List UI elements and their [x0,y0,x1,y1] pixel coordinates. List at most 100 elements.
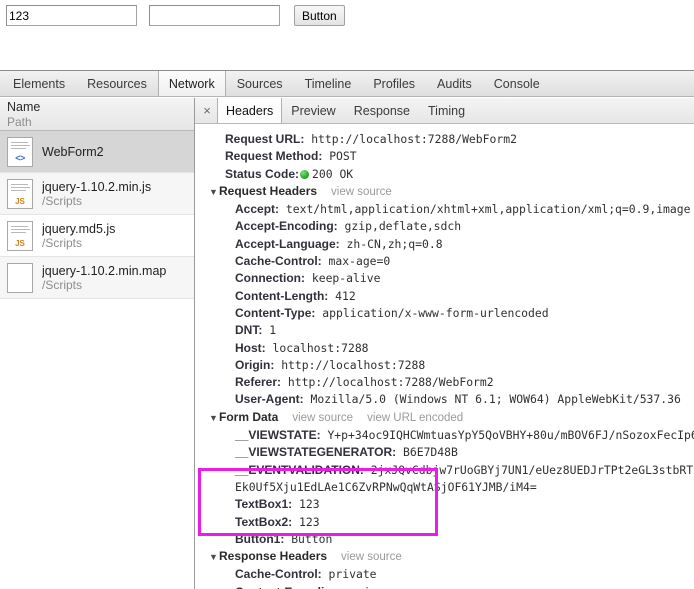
form-data-key: __VIEWSTATE: [235,428,321,443]
header-row: Content-Type: application/x-www-form-url… [195,305,694,322]
chevron-down-icon: ▼ [209,552,218,563]
submit-button[interactable]: Button [294,5,345,26]
request-method-value: POST [329,149,357,164]
header-row: Accept-Encoding: gzip,deflate,sdch [195,218,694,235]
status-code-line: Status Code: 200 OK [195,166,694,183]
tab-response[interactable]: Response [345,98,419,123]
form-data-key: __VIEWSTATEGENERATOR: [235,445,397,460]
request-url-label: Request URL: [225,132,305,146]
tab-network[interactable]: Network [157,71,226,96]
form-data-row: __EVENTVALIDATION: 2jxJQvCdbjw7rUoGBYj7U… [195,462,694,479]
form-data-key: Button1: [235,531,285,546]
header-value: http://localhost:7288 [281,357,426,372]
js-document-icon: JS [7,220,33,251]
header-value: gzip [350,585,377,589]
view-url-encoded-link[interactable]: view URL encoded [367,412,463,424]
request-method-line: Request Method: POST [195,148,694,165]
chevron-down-icon: ▼ [209,186,218,197]
form-data-key: TextBox2: [235,514,293,529]
header-key: Accept-Encoding: [235,219,338,234]
status-code-value: 200 OK [312,166,354,181]
header-key: DNT: [235,323,263,338]
header-key: Accept: [235,202,280,217]
tab-preview[interactable]: Preview [282,98,344,123]
header-key: Content-Encoding: [235,585,343,589]
web-page-content: Button [0,0,694,70]
devtools-body: Name Path <> WebForm2 JS jquery-1.10.2.m… [0,98,694,589]
tab-profiles[interactable]: Profiles [362,71,426,96]
form-data-row-button1: Button1: Button [195,531,694,548]
headers-content: Request URL: http://localhost:7288/WebFo… [195,125,694,589]
devtools-window: Button Elements Resources Network Source… [0,0,694,589]
html-document-icon: <> [7,136,33,167]
blank-document-icon [7,262,33,293]
request-list-header[interactable]: Name Path [0,98,194,131]
request-headers-title: Request Headers [219,183,318,198]
header-row: Referer: http://localhost:7288/WebForm2 [195,374,694,391]
header-key: Origin: [235,357,275,372]
header-value: gzip,deflate,sdch [344,219,462,234]
tab-resources[interactable]: Resources [76,71,158,96]
web-form: Button [6,5,345,26]
form-data-value: Y+p+34oc9IQHCWmtuasYpY5QoVBHY+80u/mBOV6F… [327,428,694,443]
header-value: max-age=0 [328,254,391,269]
header-key: Content-Length: [235,288,329,303]
tab-console[interactable]: Console [483,71,551,96]
tab-sources[interactable]: Sources [226,71,294,96]
request-path: /Scripts [42,277,83,292]
request-name: jquery-1.10.2.min.map [42,263,167,278]
form-data-row-textbox1: TextBox1: 123 [195,496,694,513]
form-data-title: Form Data [219,409,279,424]
textbox2-input[interactable] [149,5,280,26]
js-document-icon: JS [7,178,33,209]
column-header-name: Name [7,100,41,114]
request-name: WebForm2 [42,144,104,159]
tab-elements[interactable]: Elements [2,71,76,96]
request-detail-pane: × Headers Preview Response Timing Reques… [195,98,694,589]
request-row-webform2[interactable]: <> WebForm2 [0,131,194,173]
header-value: private [328,567,377,582]
form-data-value: Button [291,531,333,546]
view-source-link[interactable]: view source [292,412,353,424]
form-data-value: B6E7D48B [403,445,458,460]
form-data-section[interactable]: ▼Form Data view source view URL encoded [195,409,694,427]
header-row: Accept: text/html,application/xhtml+xml,… [195,201,694,218]
view-source-link[interactable]: view source [331,186,392,198]
header-value: application/x-www-form-urlencoded [322,305,549,320]
form-data-value: 123 [298,514,320,529]
request-name: jquery.md5.js [42,221,116,236]
request-url-line: Request URL: http://localhost:7288/WebFo… [195,131,694,148]
form-data-row: __VIEWSTATE: Y+p+34oc9IQHCWmtuasYpY5QoVB… [195,427,694,444]
chevron-down-icon: ▼ [209,412,218,423]
header-key: Accept-Language: [235,236,340,251]
header-key: User-Agent: [235,392,304,407]
textbox1-input[interactable] [6,5,137,26]
status-ok-icon [300,169,310,179]
header-value: keep-alive [311,271,381,286]
request-row-jquery-md5-js[interactable]: JS jquery.md5.js /Scripts [0,215,194,257]
devtools-panel: Elements Resources Network Sources Timel… [0,70,694,589]
request-headers-section[interactable]: ▼Request Headers view source [195,183,694,201]
tab-headers[interactable]: Headers [217,98,283,123]
network-request-list: Name Path <> WebForm2 JS jquery-1.10.2.m… [0,98,195,589]
header-key: Connection: [235,271,305,286]
form-data-row: __VIEWSTATEGENERATOR: B6E7D48B [195,444,694,461]
header-row: DNT: 1 [195,322,694,339]
detail-tab-bar: × Headers Preview Response Timing [195,98,694,124]
close-icon[interactable]: × [197,98,217,123]
request-method-label: Request Method: [225,149,323,164]
tab-audits[interactable]: Audits [426,71,483,96]
response-headers-section[interactable]: ▼Response Headers view source [195,548,694,566]
response-headers-title: Response Headers [219,549,328,564]
request-row-jquery-min-js[interactable]: JS jquery-1.10.2.min.js /Scripts [0,173,194,215]
request-name: jquery-1.10.2.min.js [42,179,152,194]
tab-timeline[interactable]: Timeline [294,71,363,96]
devtools-tab-bar: Elements Resources Network Sources Timel… [0,71,694,97]
header-row: Origin: http://localhost:7288 [195,357,694,374]
request-row-jquery-min-map[interactable]: jquery-1.10.2.min.map /Scripts [0,257,194,299]
status-code-label: Status Code: [225,166,300,181]
tab-timing[interactable]: Timing [419,98,474,123]
header-row: Host: localhost:7288 [195,340,694,357]
form-data-key: TextBox1: [235,497,293,512]
view-source-link[interactable]: view source [341,551,402,563]
